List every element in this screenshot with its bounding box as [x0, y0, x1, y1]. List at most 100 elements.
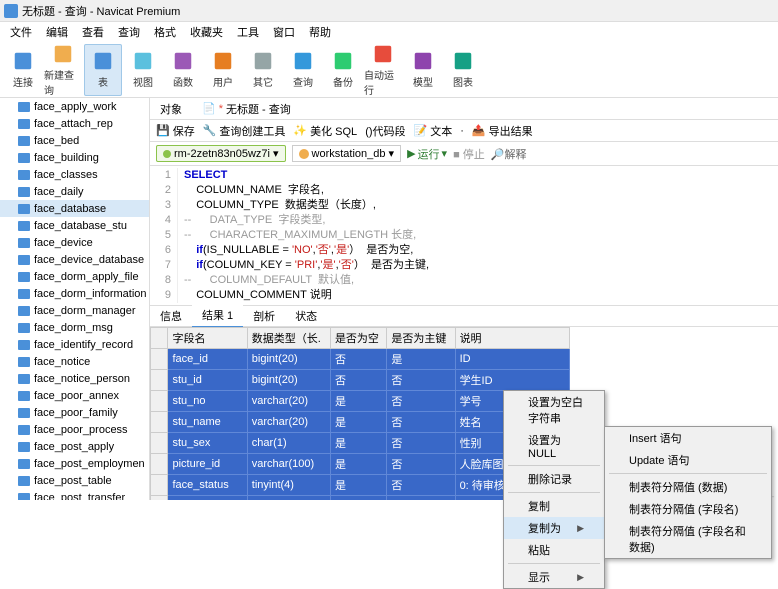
row-pointer[interactable] — [151, 391, 168, 412]
cell[interactable]: stu_no — [168, 391, 247, 412]
tree-item-face_post_table[interactable]: face_post_table — [0, 472, 149, 489]
cell[interactable]: stu_name — [168, 412, 247, 433]
tree-item-face_post_employmen[interactable]: face_post_employmen — [0, 455, 149, 472]
tab-info[interactable]: 信息 — [150, 305, 192, 327]
menu-item[interactable]: 粘贴 — [504, 539, 604, 561]
menu-item[interactable]: 复制 — [504, 495, 604, 517]
menu-编辑[interactable]: 编辑 — [40, 22, 74, 42]
cell[interactable]: stu_id — [168, 370, 247, 391]
context-submenu[interactable]: Insert 语句Update 语句制表符分隔值 (数据)制表符分隔值 (字段名… — [604, 426, 772, 559]
menu-工具[interactable]: 工具 — [231, 22, 265, 42]
cell[interactable]: 否 — [387, 412, 455, 433]
cell[interactable]: varchar(20) — [247, 391, 330, 412]
code-snippet[interactable]: ()代码段 — [365, 123, 405, 139]
tree-item-face_apply_work[interactable]: face_apply_work — [0, 98, 149, 115]
cell[interactable]: 否 — [387, 391, 455, 412]
beautify-button[interactable]: ✨美化 SQL — [293, 123, 357, 139]
cell[interactable]: varchar(100) — [247, 454, 330, 475]
col-header[interactable]: 是否为主键 — [387, 328, 455, 349]
tab-profile[interactable]: 剖析 — [243, 305, 285, 327]
tree-item-face_dorm_apply_file[interactable]: face_dorm_apply_file — [0, 268, 149, 285]
tree-item-face_poor_process[interactable]: face_poor_process — [0, 421, 149, 438]
row-pointer[interactable] — [151, 433, 168, 454]
cell[interactable]: 否 — [330, 370, 386, 391]
tree-item-face_device_database[interactable]: face_device_database — [0, 251, 149, 268]
cell[interactable]: 否 — [387, 475, 455, 496]
col-header[interactable]: 说明 — [455, 328, 569, 349]
tree-item-face_dorm_manager[interactable]: face_dorm_manager — [0, 302, 149, 319]
cell[interactable]: tinyint(4) — [247, 475, 330, 496]
tree-item-face_notice[interactable]: face_notice — [0, 353, 149, 370]
row-pointer[interactable] — [151, 370, 168, 391]
db-select[interactable]: workstation_db▾ — [292, 145, 402, 162]
user-button[interactable]: 用户 — [204, 44, 242, 96]
tree-item-face_database[interactable]: face_database — [0, 200, 149, 217]
tree-item-face_identify_record[interactable]: face_identify_record — [0, 336, 149, 353]
tree-item-face_poor_family[interactable]: face_poor_family — [0, 404, 149, 421]
menu-item[interactable]: 设置为 NULL — [504, 429, 604, 463]
query-button[interactable]: 查询 — [284, 44, 322, 96]
menu-item[interactable]: Update 语句 — [605, 449, 771, 471]
menu-item[interactable]: 设置为空白字符串 — [504, 391, 604, 429]
cell[interactable]: varchar(255) — [247, 496, 330, 501]
tree-item-face_dorm_information[interactable]: face_dorm_information — [0, 285, 149, 302]
cell[interactable]: bigint(20) — [247, 349, 330, 370]
tree-item-face_attach_rep[interactable]: face_attach_rep — [0, 115, 149, 132]
tree-item-face_classes[interactable]: face_classes — [0, 166, 149, 183]
tree-item-face_post_apply[interactable]: face_post_apply — [0, 438, 149, 455]
tab-query[interactable]: 📄 * 无标题 - 查询 — [196, 99, 297, 119]
cell[interactable]: 是 — [330, 433, 386, 454]
col-header[interactable]: 数据类型（长. — [247, 328, 330, 349]
cell[interactable]: char(1) — [247, 433, 330, 454]
server-select[interactable]: rm-2zetn83n05wz7i▾ — [156, 145, 286, 162]
context-menu[interactable]: 设置为空白字符串设置为 NULL删除记录复制复制为▶粘贴显示▶ — [503, 390, 605, 589]
stop-button[interactable]: ■ 停止 — [453, 146, 485, 162]
row-pointer[interactable] — [151, 475, 168, 496]
tab-status[interactable]: 状态 — [285, 305, 327, 327]
row-pointer[interactable] — [151, 349, 168, 370]
cell[interactable]: bigint(20) — [247, 370, 330, 391]
tree-item-face_poor_annex[interactable]: face_poor_annex — [0, 387, 149, 404]
row-pointer[interactable]: ▶ — [151, 496, 168, 501]
menu-帮助[interactable]: 帮助 — [303, 22, 337, 42]
menu-文件[interactable]: 文件 — [4, 22, 38, 42]
tree-item-face_dorm_msg[interactable]: face_dorm_msg — [0, 319, 149, 336]
sql-editor[interactable]: 123456789 SELECT COLUMN_NAME 字段名, COLUMN… — [150, 166, 778, 305]
cell[interactable]: varchar(20) — [247, 412, 330, 433]
model-button[interactable]: 模型 — [404, 44, 442, 96]
cell[interactable]: 是 — [330, 412, 386, 433]
tree-item-face_post_transfer[interactable]: face_post_transfer — [0, 489, 149, 500]
explain-button[interactable]: 🔎解释 — [491, 146, 527, 162]
row-pointer[interactable] — [151, 412, 168, 433]
export-button[interactable]: 📤导出结果 — [472, 123, 533, 139]
menu-item[interactable]: 复制为▶ — [504, 517, 604, 539]
save-button[interactable]: 💾保存 — [156, 123, 195, 139]
col-header[interactable]: 是否为空 — [330, 328, 386, 349]
tree-item-face_bed[interactable]: face_bed — [0, 132, 149, 149]
other-button[interactable]: 其它 — [244, 44, 282, 96]
col-header[interactable]: 字段名 — [168, 328, 247, 349]
menu-查询[interactable]: 查询 — [112, 22, 146, 42]
menu-格式[interactable]: 格式 — [148, 22, 182, 42]
tab-objects[interactable]: 对象 — [154, 99, 188, 119]
cell[interactable]: picture_id — [168, 454, 247, 475]
menu-item[interactable]: 制表符分隔值 (字段名和数据) — [605, 520, 771, 558]
cell[interactable]: 否 — [330, 349, 386, 370]
text-mode[interactable]: 📝文本 — [414, 123, 453, 139]
tree-item-face_database_stu[interactable]: face_database_stu — [0, 217, 149, 234]
tree-item-face_notice_person[interactable]: face_notice_person — [0, 370, 149, 387]
tree-item-face_device[interactable]: face_device — [0, 234, 149, 251]
menu-窗口[interactable]: 窗口 — [267, 22, 301, 42]
chart-button[interactable]: 图表 — [444, 44, 482, 96]
cell[interactable]: face_status — [168, 475, 247, 496]
cell[interactable]: 是 — [330, 391, 386, 412]
view-button[interactable]: 视图 — [124, 44, 162, 96]
cell[interactable]: 是 — [387, 349, 455, 370]
cell[interactable]: audit_opinion — [168, 496, 247, 501]
run-button[interactable]: ▶ 运行 ▾ — [407, 146, 447, 162]
cell[interactable]: 学生ID — [455, 370, 569, 391]
cell[interactable]: ID — [455, 349, 569, 370]
table-button[interactable]: 表 — [84, 44, 122, 96]
cell[interactable]: 否 — [387, 454, 455, 475]
menu-收藏夹[interactable]: 收藏夹 — [184, 22, 229, 42]
